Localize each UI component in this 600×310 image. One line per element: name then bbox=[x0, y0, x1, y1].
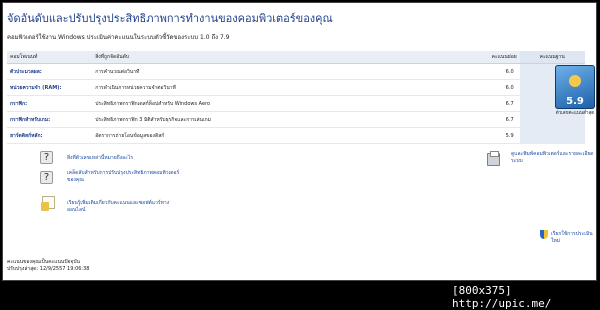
last-updated-label: ปรับปรุงล่าสุด: bbox=[7, 266, 39, 272]
component-score: 6.0 bbox=[453, 63, 520, 80]
print-details-link[interactable]: ดูและพิมพ์คอมพิวเตอร์และรายละเอียดระบบ bbox=[511, 151, 596, 165]
header-rated-by: สิ่งที่ถูกจัดอันดับ bbox=[92, 51, 454, 64]
header-subscore: คะแนนย่อย bbox=[453, 51, 520, 64]
component-description: การคำนวณต่อวินาที bbox=[92, 63, 454, 80]
base-score-display: 5.9 ตัวเลขคะแนนต่ำสุด bbox=[553, 65, 596, 125]
table-row: กราฟิก: ประสิทธิภาพกราฟิกเดสก์ท็อปสำหรับ… bbox=[7, 95, 585, 112]
printer-icon bbox=[487, 151, 500, 166]
table-row: หน่วยความจำ (RAM): การดำเนินการหน่วยความ… bbox=[7, 79, 585, 96]
question-icon: ? bbox=[40, 171, 53, 184]
last-updated-row: ปรับปรุงล่าสุด: 12/9/2557 19:06:38 bbox=[7, 266, 89, 273]
performance-panel: จัดอันดับและปรับปรุงประสิทธิภาพการทำงานข… bbox=[2, 2, 597, 281]
component-description: อัตราการถ่ายโอนข้อมูลของดิสก์ bbox=[92, 127, 454, 144]
component-name: หน่วยความจำ (RAM): bbox=[7, 79, 93, 96]
component-score: 6.7 bbox=[453, 95, 520, 112]
header-base-score: คะแนนฐาน bbox=[519, 51, 585, 64]
shield-icon bbox=[540, 230, 548, 239]
score-table: คอมโพเนนท์ สิ่งที่ถูกจัดอันดับ คะแนนย่อย… bbox=[7, 51, 585, 144]
base-score-value: 5.9 bbox=[566, 96, 584, 107]
screenshot-frame: จัดอันดับและปรับปรุงประสิทธิภาพการทำงานข… bbox=[0, 0, 600, 310]
question-icon: ? bbox=[40, 151, 53, 164]
component-name: กราฟิกสำหรับเกม: bbox=[7, 111, 93, 128]
component-description: ประสิทธิภาพกราฟิก 3 มิติสำหรับธุรกิจและก… bbox=[92, 111, 454, 128]
table-row: กราฟิกสำหรับเกม: ประสิทธิภาพกราฟิก 3 มิต… bbox=[7, 111, 585, 128]
page-subtitle: คอมพิวเตอร์ใช้งาน Windows ประเมินค่าคะแน… bbox=[7, 34, 230, 41]
table-row: ตัวประมวลผล: การคำนวณต่อวินาที 6.0 bbox=[7, 63, 585, 144]
table-row: ฮาร์ดดิสก์หลัก: อัตราการถ่ายโอนข้อมูลของ… bbox=[7, 127, 585, 144]
component-score: 5.9 bbox=[453, 127, 520, 144]
badge-orb bbox=[569, 75, 581, 87]
component-name: ฮาร์ดดิสก์หลัก: bbox=[7, 127, 93, 144]
component-description: ประสิทธิภาพกราฟิกเดสก์ท็อปสำหรับ Windows… bbox=[92, 95, 454, 112]
watermark: [800x375] http://upic.me/ bbox=[452, 284, 552, 310]
component-name: กราฟิก: bbox=[7, 95, 93, 112]
rerun-assessment-link[interactable]: เรียกใช้การประเมินใหม่ bbox=[551, 231, 596, 245]
what-numbers-mean-link[interactable]: สิ่งที่ตัวเลขเหล่านี้หมายถึงอะไร bbox=[67, 155, 133, 162]
tips-link[interactable]: เคล็ดลับสำหรับการปรับปรุงประสิทธิภาพคอมพ… bbox=[67, 170, 187, 184]
performance-badge-icon: 5.9 bbox=[555, 65, 595, 109]
status-line: คะแนนของคุณเป็นคะแนนปัจจุบัน bbox=[7, 259, 80, 265]
page-title: จัดอันดับและปรับปรุงประสิทธิภาพการทำงานข… bbox=[7, 12, 333, 25]
last-updated-value: 12/9/2557 19:06:38 bbox=[39, 266, 90, 272]
component-score: 6.7 bbox=[453, 111, 520, 128]
component-description: การดำเนินการหน่วยความจำต่อวินาที bbox=[92, 79, 454, 96]
document-icon bbox=[41, 196, 55, 211]
table-header-row: คอมโพเนนท์ สิ่งที่ถูกจัดอันดับ คะแนนย่อย… bbox=[7, 51, 585, 64]
header-component: คอมโพเนนท์ bbox=[7, 51, 93, 64]
footer-status: คะแนนของคุณเป็นคะแนนปัจจุบัน ปรับปรุงล่า… bbox=[7, 259, 89, 273]
component-name: ตัวประมวลผล: bbox=[7, 63, 93, 80]
base-score-caption: ตัวเลขคะแนนต่ำสุด bbox=[555, 111, 595, 116]
learn-more-link[interactable]: เรียนรู้เพิ่มเติมเกี่ยวกับคะแนนและซอฟต์แ… bbox=[67, 200, 187, 214]
component-score: 6.0 bbox=[453, 79, 520, 96]
